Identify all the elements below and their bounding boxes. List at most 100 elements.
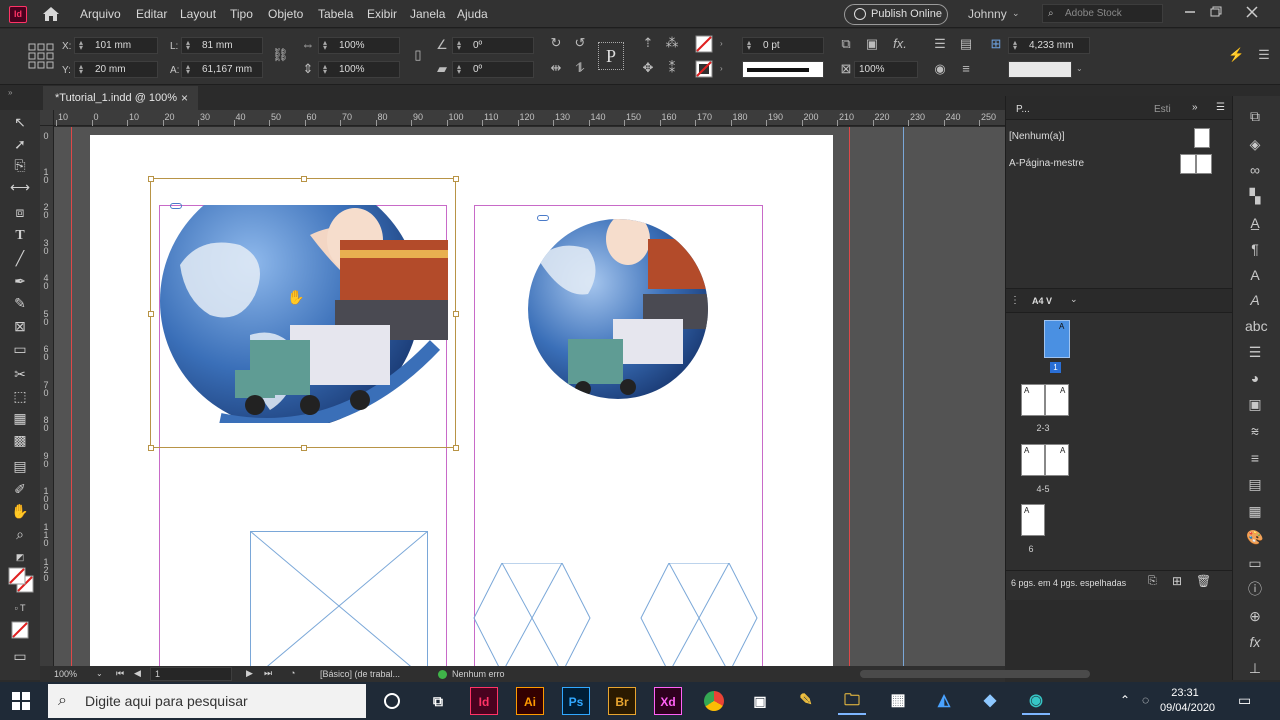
rotate-ccw-icon[interactable]: ↺ [572, 35, 588, 51]
taskbar-xd[interactable]: Xd [654, 687, 682, 715]
none-master-label[interactable]: [Nenhum(a)] [1009, 131, 1065, 142]
align-distribute-icon[interactable]: ⊥ [1245, 658, 1265, 678]
close-icon[interactable] [1244, 5, 1260, 19]
line-tool-icon[interactable]: ╱ [10, 248, 30, 268]
stepper-icon[interactable]: ▴ ▾ [186, 39, 196, 52]
select-content-icon[interactable]: ✥ [640, 60, 656, 76]
resize-handle[interactable] [301, 176, 307, 182]
height-field[interactable]: ▴ ▾ 61,167 mm [181, 61, 263, 78]
new-page-icon[interactable]: ⊞ [1172, 574, 1182, 588]
gradient-tool-icon[interactable]: ▦ [10, 408, 30, 428]
flip-vertical-icon[interactable]: ⥮ [572, 60, 588, 76]
swatches-panel-icon[interactable]: ◕ [1245, 368, 1265, 388]
home-icon[interactable] [40, 5, 62, 23]
type-tool-icon[interactable]: T [10, 226, 30, 246]
rectangle-frame-tool-icon[interactable]: ⊠ [10, 316, 30, 336]
zoom-level[interactable]: 100% [54, 669, 77, 679]
fit-spacing-field[interactable]: ▴ ▾ 4,233 mm [1008, 37, 1090, 54]
width-field[interactable]: ▴ ▾ 81 mm [181, 37, 263, 54]
chevron-down-icon[interactable]: ⌄ [1012, 8, 1020, 19]
object-styles-icon[interactable]: ⩬ [1245, 421, 1265, 441]
resize-handle[interactable] [301, 445, 307, 451]
master-thumb-right[interactable] [1196, 154, 1212, 174]
text-wrap-bbox-icon[interactable]: ▤ [958, 36, 974, 52]
styles-tab[interactable]: Esti [1154, 104, 1171, 115]
y-position-field[interactable]: ▴ ▾ 20 mm [74, 61, 158, 78]
ruler-origin[interactable] [40, 110, 54, 126]
paint-app-icon[interactable]: ✎ [792, 687, 820, 715]
apply-none-icon[interactable] [11, 621, 29, 639]
document-page[interactable]: ✋ [90, 135, 833, 666]
opacity-field[interactable]: 100% [854, 61, 918, 78]
gap-tool-icon[interactable]: ⟷ [10, 177, 30, 197]
chrome-icon[interactable] [704, 691, 724, 711]
page-thumb[interactable]: A [1021, 504, 1045, 536]
windows-start-icon[interactable] [12, 692, 30, 710]
circular-globe-image[interactable] [528, 219, 708, 399]
page-thumb[interactable]: A [1045, 444, 1069, 476]
chevron-down-icon[interactable]: ⌄ [1070, 294, 1078, 305]
layers-panel-icon[interactable]: ◈ [1245, 134, 1265, 154]
page-tool-icon[interactable]: ⎘ [10, 155, 30, 175]
text-wrap-shape-icon[interactable]: ◉ [932, 61, 948, 77]
select-container-icon[interactable]: ⇡ [640, 35, 656, 51]
rectangle-tool-icon[interactable]: ▭ [10, 339, 30, 359]
selection-tool-icon[interactable]: ↖ [10, 112, 30, 132]
glyphs-panel-icon[interactable]: A [1245, 290, 1265, 310]
pencil-tool-icon[interactable]: ✎ [10, 293, 30, 313]
shear-field[interactable]: ▴ ▾ 0º [452, 61, 534, 78]
formatting-container-icon[interactable]: ▫ T [10, 598, 30, 618]
taskbar-illustrator[interactable]: Ai [516, 687, 544, 715]
close-tab-icon[interactable]: × [181, 86, 188, 110]
links-panel-icon[interactable]: ∞ [1245, 160, 1265, 180]
character-panel-icon[interactable]: A [1245, 265, 1265, 285]
page-thumb-selected[interactable]: A [1044, 320, 1070, 358]
chevron-up-icon[interactable]: ⌃ [1120, 693, 1130, 707]
hand-tool-icon[interactable]: ✋ [10, 501, 30, 521]
zoom-tool-icon[interactable]: ⌕ [10, 524, 30, 544]
stepper-icon[interactable]: ▴ ▾ [747, 39, 757, 52]
menu-tabela[interactable]: Tabela [318, 7, 353, 21]
default-colors-icon[interactable]: ◩ [10, 547, 30, 567]
recorder-app-icon[interactable]: ◉ [1022, 687, 1050, 715]
scanner-app-icon[interactable]: ▣ [746, 687, 774, 715]
resize-handle[interactable] [453, 311, 459, 317]
frame-fitting-icon[interactable]: ⧉ [838, 36, 854, 52]
align-panel-icon[interactable]: ≡ [1245, 448, 1265, 468]
user-menu[interactable]: Johnny [968, 7, 1007, 21]
selected-image-frame[interactable]: ✋ [148, 176, 459, 451]
calculator-icon[interactable]: ▦ [884, 687, 912, 715]
notes-app-icon[interactable]: ◆ [976, 687, 1004, 715]
menu-objeto[interactable]: Objeto [268, 7, 303, 21]
menu-tipo[interactable]: Tipo [230, 7, 253, 21]
color-panel-icon[interactable]: 🎨 [1245, 527, 1265, 547]
resize-handle[interactable] [453, 445, 459, 451]
drop-shadow-icon[interactable]: ▣ [864, 36, 880, 52]
page-number-field[interactable]: 1 [150, 667, 232, 681]
direct-selection-tool-icon[interactable]: ➚ [10, 134, 30, 154]
panel-menu-icon[interactable]: ☰ [1216, 102, 1225, 113]
resize-handle[interactable] [453, 176, 459, 182]
stroke-swatch-icon[interactable] [695, 60, 713, 78]
document-canvas[interactable]: ✋ [54, 127, 1005, 666]
chevron-right-icon[interactable]: › [720, 64, 723, 73]
taskbar-search[interactable]: ⌕ Digite aqui para pesquisar [48, 684, 366, 718]
effects-icon[interactable]: fx. [892, 36, 908, 52]
workflow-profile[interactable]: [Básico] (de trabal... [320, 669, 400, 679]
expand-panel-icon[interactable]: » [1192, 102, 1198, 113]
scissors-tool-icon[interactable]: ✂ [10, 364, 30, 384]
menu-arquivo[interactable]: Arquivo [80, 7, 121, 21]
taskbar-photoshop[interactable]: Ps [562, 687, 590, 715]
menu-editar[interactable]: Editar [136, 7, 167, 21]
stepper-icon[interactable]: ▴ ▾ [186, 63, 196, 76]
table-styles-icon[interactable]: ▤ [1245, 474, 1265, 494]
constrain-proportions-icon[interactable]: ⛓ [272, 47, 289, 63]
page-thumb[interactable]: A [1021, 444, 1045, 476]
empty-hexagon-frame[interactable] [639, 563, 759, 666]
pathfinder-icon[interactable]: ⊕ [1245, 606, 1265, 626]
empty-rectangle-frame[interactable] [250, 531, 428, 666]
spelling-panel-icon[interactable]: abc [1245, 316, 1268, 336]
taskbar-bridge[interactable]: Br [608, 687, 636, 715]
chevron-down-icon[interactable]: ⌄ [96, 669, 103, 678]
gradient-panel-icon[interactable]: ▭ [1245, 553, 1265, 573]
